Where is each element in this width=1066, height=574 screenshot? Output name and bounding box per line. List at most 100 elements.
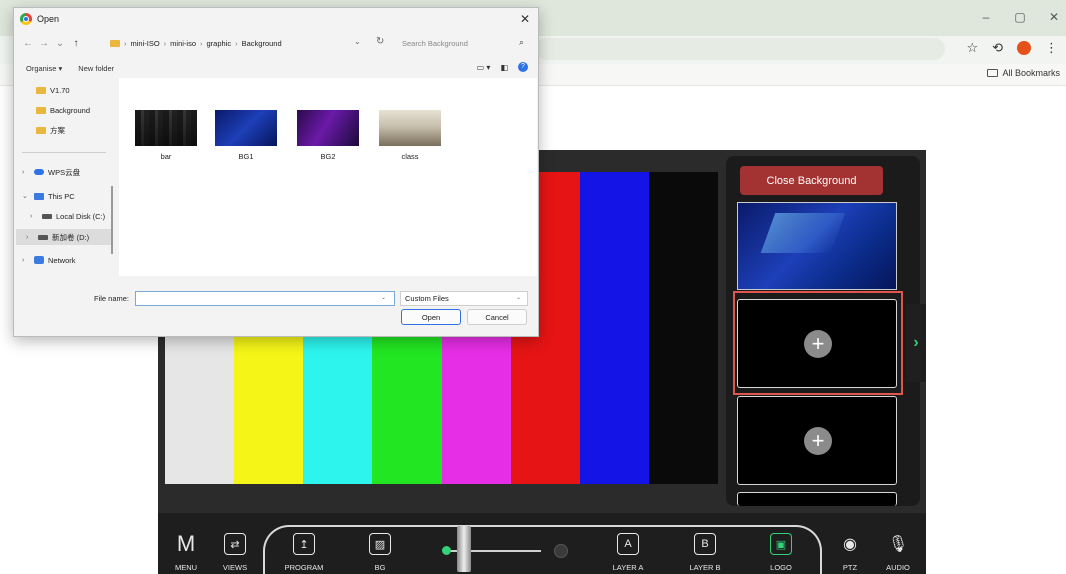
- background-thumbnail-bg1[interactable]: [737, 202, 897, 290]
- audio-label: AUDIO: [886, 563, 910, 572]
- nav-item-local-disk[interactable]: › Local Disk (C:): [30, 208, 105, 224]
- chevron-down-icon[interactable]: ⌄: [22, 192, 30, 200]
- nav-item-v170[interactable]: V1.70: [36, 82, 70, 98]
- chevron-right-icon[interactable]: ›: [22, 257, 30, 264]
- recent-locations-icon[interactable]: ⌄: [52, 38, 68, 49]
- chevron-down-icon[interactable]: ⌄: [381, 294, 386, 301]
- t-bar-handle[interactable]: [457, 526, 471, 572]
- menu-icon: M: [176, 531, 196, 556]
- view-mode-icon[interactable]: ▭ ▾: [477, 63, 491, 72]
- image-icon: ▨: [369, 533, 391, 555]
- background-slot-partial[interactable]: [737, 492, 897, 506]
- forward-arrow-icon[interactable]: →: [36, 38, 52, 49]
- color-bar: [579, 172, 649, 484]
- drive-icon: [42, 213, 52, 219]
- scrollbar[interactable]: [111, 186, 113, 254]
- color-bar: [648, 172, 718, 484]
- up-arrow-icon[interactable]: ↑: [68, 38, 84, 49]
- close-window-icon[interactable]: ✕: [1048, 10, 1060, 24]
- refresh-icon[interactable]: ↻: [376, 36, 384, 47]
- add-background-icon[interactable]: +: [804, 427, 832, 455]
- organise-menu[interactable]: Organise ▾: [26, 64, 62, 73]
- folder-icon: [110, 39, 120, 47]
- close-icon[interactable]: ✕: [520, 12, 530, 26]
- file-item-bg2[interactable]: BG2: [295, 110, 361, 161]
- nav-item-background[interactable]: Background: [36, 102, 90, 118]
- file-name: class: [401, 152, 419, 161]
- new-folder-button[interactable]: New folder: [78, 64, 114, 73]
- nav-item-this-pc[interactable]: ⌄ This PC: [22, 188, 75, 204]
- file-name-field[interactable]: ⌄: [135, 291, 395, 306]
- back-arrow-icon[interactable]: ←: [20, 38, 36, 49]
- breadcrumb-separator: ›: [200, 38, 203, 48]
- nav-item-new-volume[interactable]: › 新加卷 (D:): [16, 229, 112, 245]
- close-background-button[interactable]: Close Background: [740, 166, 883, 195]
- program-label: PROGRAM: [284, 563, 324, 572]
- bookmark-star-icon[interactable]: ☆: [966, 40, 978, 56]
- layer-a-icon: A: [617, 533, 639, 555]
- all-bookmarks[interactable]: All Bookmarks: [987, 68, 1060, 78]
- nav-divider: [22, 152, 106, 153]
- maximize-icon[interactable]: ▢: [1014, 10, 1026, 24]
- breadcrumb-item[interactable]: graphic: [207, 39, 232, 48]
- chevron-down-icon[interactable]: ⌄: [354, 37, 361, 46]
- audio-button[interactable]: 🎙 AUDIO: [873, 533, 923, 572]
- chevron-right-icon[interactable]: ›: [30, 213, 38, 220]
- chrome-logo-icon: [20, 13, 32, 25]
- file-item-class[interactable]: class: [377, 110, 443, 161]
- nav-item-network[interactable]: › Network: [22, 252, 76, 268]
- microphone-icon: 🎙: [887, 536, 909, 553]
- breadcrumb[interactable]: › mini-ISO › mini-iso › graphic › Backgr…: [110, 33, 282, 53]
- nav-item-fangan[interactable]: 方案: [36, 122, 65, 138]
- bg-button[interactable]: ▨ BG: [355, 533, 405, 572]
- preview-pane-icon[interactable]: ◧: [500, 63, 508, 72]
- folder-icon: [36, 106, 46, 114]
- ptz-label: PTZ: [842, 563, 858, 572]
- file-item-bg1[interactable]: BG1: [213, 110, 279, 161]
- chevron-right-icon[interactable]: ›: [22, 169, 30, 176]
- file-item-bar[interactable]: bar: [133, 110, 199, 161]
- folder-icon: [36, 126, 46, 134]
- help-icon[interactable]: ?: [518, 62, 528, 72]
- nav-item-label: 方案: [50, 125, 65, 135]
- breadcrumb-item[interactable]: Background: [242, 39, 282, 48]
- views-label: VIEWS: [222, 563, 248, 572]
- ptz-button[interactable]: ◉ PTZ: [825, 533, 875, 572]
- layer-b-label: LAYER B: [689, 563, 721, 572]
- file-name: bar: [160, 152, 172, 161]
- nav-item-label: V1.70: [50, 85, 70, 95]
- layer-a-button[interactable]: A LAYER A: [603, 533, 653, 572]
- minimize-icon[interactable]: –: [980, 10, 992, 24]
- search-placeholder: Search Background: [402, 38, 468, 48]
- slot-selection-outline: [733, 291, 903, 395]
- file-name: BG1: [238, 152, 254, 161]
- nav-item-wps[interactable]: › WPS云盘: [22, 164, 80, 180]
- drive-icon: [38, 234, 48, 240]
- more-menu-icon[interactable]: ⋮: [1045, 40, 1058, 56]
- profile-avatar[interactable]: [1017, 41, 1031, 55]
- views-button[interactable]: ⇄ VIEWS: [210, 533, 260, 572]
- file-type-select[interactable]: Custom Files ⌄: [400, 291, 528, 306]
- breadcrumb-separator: ›: [124, 38, 127, 48]
- logo-button[interactable]: ▣ LOGO: [756, 533, 806, 572]
- camera-icon: ◉: [843, 536, 857, 553]
- menu-label: MENU: [174, 563, 198, 572]
- extensions-icon[interactable]: ⟲: [992, 40, 1003, 56]
- panel-expand-arrow-icon[interactable]: ›: [906, 304, 926, 382]
- chevron-right-icon[interactable]: ›: [26, 234, 34, 241]
- cancel-button[interactable]: Cancel: [467, 309, 527, 325]
- folder-icon: [987, 69, 999, 77]
- open-button[interactable]: Open: [401, 309, 461, 325]
- file-list: bar BG1 BG2 class: [119, 78, 537, 276]
- background-slot-empty[interactable]: +: [737, 396, 897, 485]
- menu-button[interactable]: M MENU: [161, 531, 211, 573]
- program-button[interactable]: ↥ PROGRAM: [279, 533, 329, 572]
- breadcrumb-item[interactable]: mini-ISO: [131, 39, 160, 48]
- breadcrumb-item[interactable]: mini-iso: [170, 39, 196, 48]
- layer-b-button[interactable]: B LAYER B: [680, 533, 730, 572]
- search-input[interactable]: Search Background ⌕: [396, 33, 532, 53]
- address-bar[interactable]: [535, 38, 945, 60]
- layer-b-icon: B: [694, 533, 716, 555]
- computer-icon: [34, 192, 44, 200]
- bg-label: BG: [374, 563, 386, 572]
